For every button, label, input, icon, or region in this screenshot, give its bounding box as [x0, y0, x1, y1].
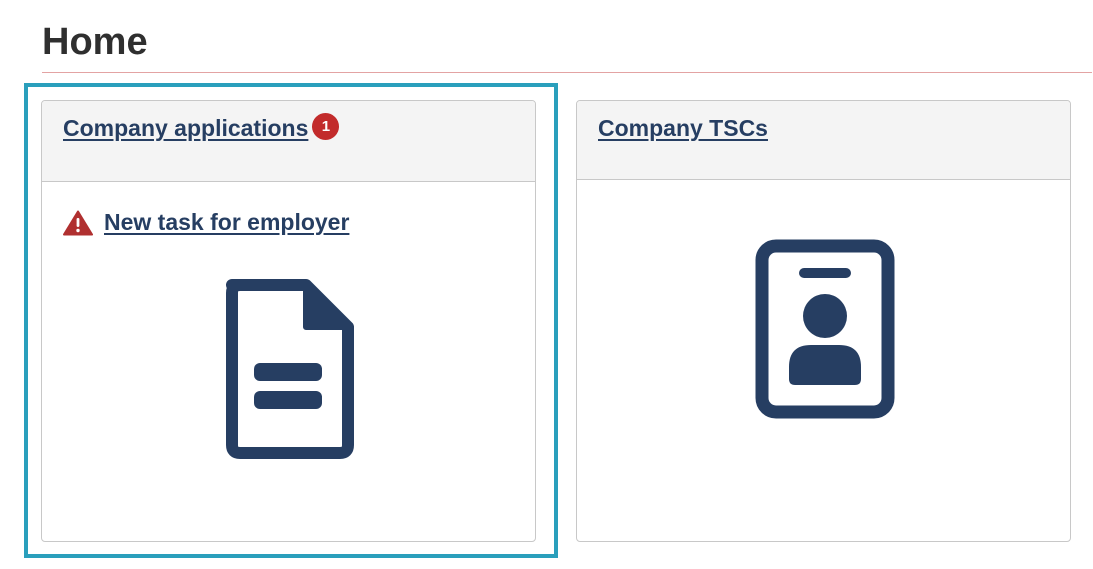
title-divider	[42, 72, 1092, 73]
card-header: Company TSCs	[577, 101, 1070, 180]
company-applications-link[interactable]: Company applications	[63, 115, 308, 142]
document-icon[interactable]	[220, 279, 360, 459]
new-task-link[interactable]: New task for employer	[104, 209, 349, 236]
task-alert: New task for employer	[63, 209, 349, 236]
warning-triangle-icon	[63, 210, 93, 235]
notification-badge: 1	[312, 113, 340, 140]
company-tscs-card[interactable]: Company TSCs	[576, 100, 1071, 542]
card-header: Company applications 1	[42, 101, 535, 182]
page-title: Home	[42, 21, 148, 63]
id-badge-icon[interactable]	[755, 239, 895, 419]
company-applications-card[interactable]: Company applications 1 New task for emplo…	[41, 100, 536, 542]
company-tscs-link[interactable]: Company TSCs	[598, 115, 768, 142]
